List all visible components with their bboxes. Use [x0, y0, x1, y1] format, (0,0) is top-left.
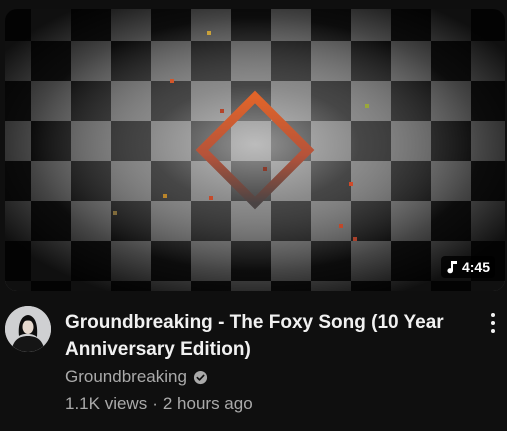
duration-badge: 4:45 [440, 256, 495, 278]
video-details: Groundbreaking - The Foxy Song (10 Year … [0, 305, 507, 425]
video-metadata: 1.1K views · 2 hours ago [65, 394, 253, 414]
meta-separator: · [152, 394, 158, 413]
video-title[interactable]: Groundbreaking - The Foxy Song (10 Year … [65, 309, 465, 363]
confetti-speck [263, 167, 267, 171]
view-count: 1.1K views [65, 394, 148, 413]
music-note-icon [447, 261, 457, 274]
thumbnail-artwork [5, 9, 505, 291]
menu-dot [491, 313, 495, 317]
menu-dot [491, 329, 495, 333]
confetti-speck [209, 196, 213, 200]
confetti-speck [353, 237, 357, 241]
video-thumbnail[interactable]: 4:45 [5, 9, 505, 291]
menu-dot [491, 321, 495, 325]
duration-label: 4:45 [461, 259, 490, 275]
confetti-speck [365, 104, 369, 108]
confetti-speck [113, 211, 117, 215]
channel-row: Groundbreaking [65, 367, 208, 387]
confetti-speck [207, 31, 211, 35]
confetti-speck [220, 109, 224, 113]
channel-avatar[interactable] [5, 306, 51, 352]
confetti-speck [349, 182, 353, 186]
video-card[interactable]: 4:45 Groundbreaking - The Foxy Song (10 … [0, 0, 507, 431]
confetti-speck [339, 224, 343, 228]
avatar-image [5, 306, 51, 352]
confetti-speck [170, 79, 174, 83]
upload-age: 2 hours ago [162, 394, 253, 413]
verified-check-icon [193, 370, 207, 384]
more-vertical-icon[interactable] [487, 311, 499, 335]
channel-name[interactable]: Groundbreaking [65, 367, 187, 387]
confetti-speck [163, 194, 167, 198]
